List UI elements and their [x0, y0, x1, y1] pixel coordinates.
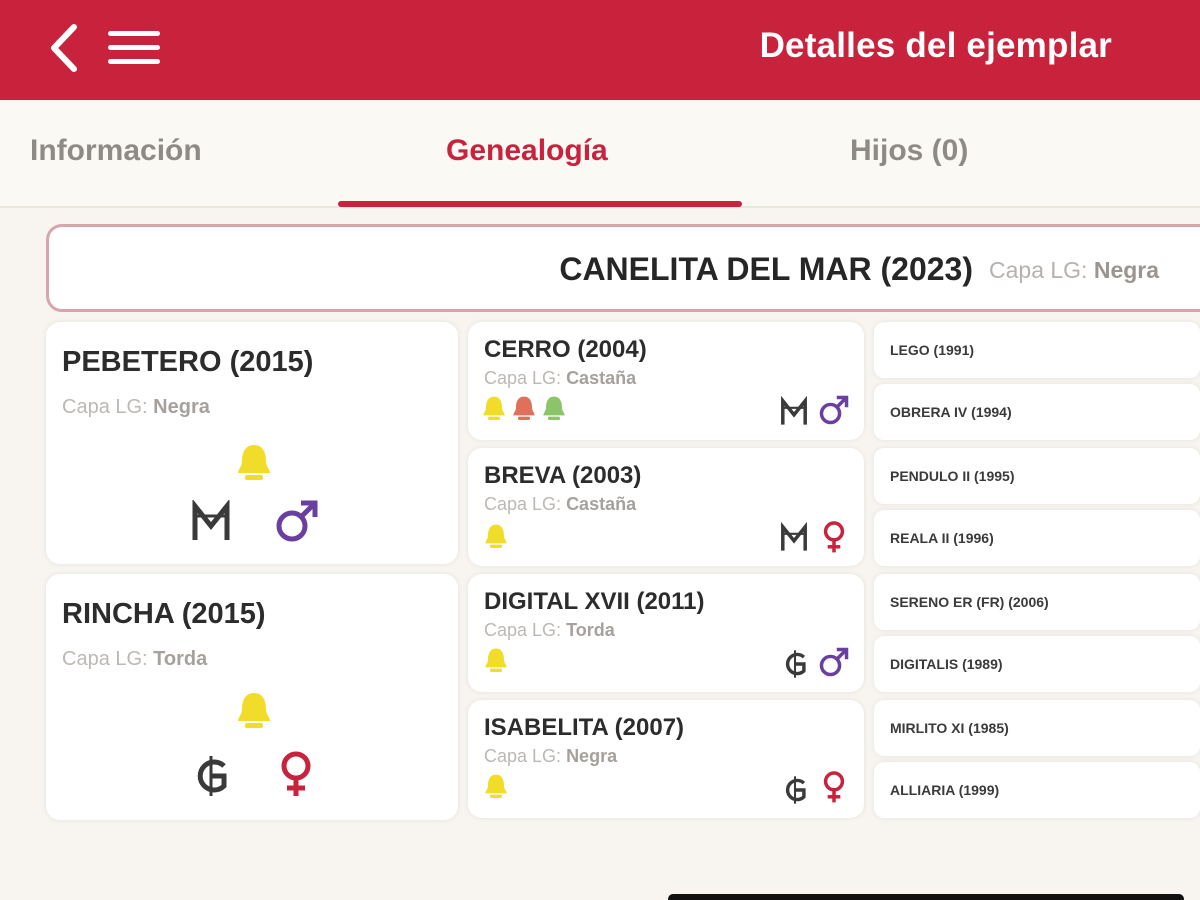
m-brand-icon: [781, 522, 807, 551]
grandparent-capa: Capa LG: Castaña: [484, 494, 637, 514]
great-grandparent-name: LEGO (1991): [890, 342, 975, 358]
hamburger-menu-icon: [108, 31, 160, 36]
subject-card[interactable]: CANELITA DEL MAR (2023) Capa LG: Negra: [46, 224, 1200, 312]
great-grandparent-name: OBRERA IV (1994): [890, 404, 1012, 420]
tab-hijos[interactable]: Hijos (0): [850, 134, 968, 168]
great-grandparent-name: PENDULO II (1995): [890, 468, 1015, 484]
grandparent-card[interactable]: BREVA (2003) Capa LG: Castaña: [468, 448, 864, 566]
tab-bar: Información Genealogía Hijos (0): [0, 100, 1200, 208]
male-icon: [819, 647, 849, 677]
grandparent-capa: Capa LG: Negra: [484, 746, 618, 766]
grandparent-card[interactable]: DIGITAL XVII (2011) Capa LG: Torda: [468, 574, 864, 692]
grandparent-card[interactable]: CERRO (2004) Capa LG: Castaña: [468, 322, 864, 440]
great-grandparent-card[interactable]: SERENO ER (FR) (2006): [874, 574, 1200, 630]
male-icon: [276, 500, 318, 542]
great-grandparent-card[interactable]: ALLIARIA (1999): [874, 762, 1200, 818]
sire-capa: Capa LG: Negra: [62, 396, 210, 418]
dam-card[interactable]: RINCHA (2015) Capa LG: Torda: [46, 574, 458, 820]
grandparent-capa: Capa LG: Torda: [484, 620, 615, 640]
subject-capa: Capa LG: Negra: [989, 257, 1160, 283]
grandparent-name: CERRO (2004): [484, 336, 647, 363]
female-icon: [823, 521, 845, 553]
sire-card[interactable]: PEBETERO (2015) Capa LG: Negra: [46, 322, 458, 564]
home-indicator: [668, 894, 1184, 900]
subject-name: CANELITA DEL MAR (2023): [559, 251, 973, 287]
menu-button[interactable]: [106, 28, 162, 68]
great-grandparent-name: ALLIARIA (1999): [890, 782, 1000, 798]
g-brand-icon: [785, 650, 806, 678]
grandparent-name: ISABELITA (2007): [484, 714, 685, 741]
yellow-award-icon: [238, 693, 270, 728]
yellow-award-icon: [485, 774, 507, 798]
great-grandparent-card[interactable]: REALA II (1996): [874, 510, 1200, 566]
great-grandparent-card[interactable]: OBRERA IV (1994): [874, 384, 1200, 440]
great-grandparent-name: DIGITALIS (1989): [890, 656, 1003, 672]
active-tab-indicator: [338, 201, 742, 207]
sire-name: PEBETERO (2015): [62, 346, 314, 378]
great-grandparent-name: REALA II (1996): [890, 530, 994, 546]
dam-capa: Capa LG: Torda: [62, 648, 208, 670]
m-brand-icon: [192, 500, 230, 540]
great-grandparent-name: SERENO ER (FR) (2006): [890, 594, 1049, 610]
grandparent-name: DIGITAL XVII (2011): [484, 588, 705, 615]
green-award-icon: [543, 396, 565, 420]
m-brand-icon: [781, 396, 807, 425]
great-grandparent-card[interactable]: LEGO (1991): [874, 322, 1200, 378]
yellow-award-icon: [483, 396, 505, 420]
female-icon: [823, 771, 845, 803]
g-brand-icon: [785, 776, 806, 804]
great-grandparent-name: MIRLITO XI (1985): [890, 720, 1009, 736]
chevron-left-icon: [51, 24, 77, 72]
female-icon: [281, 751, 311, 796]
dam-name: RINCHA (2015): [62, 598, 266, 630]
great-grandparent-card[interactable]: DIGITALIS (1989): [874, 636, 1200, 692]
yellow-award-icon: [485, 524, 507, 548]
g-brand-icon: [197, 756, 227, 796]
yellow-award-icon: [238, 445, 270, 480]
top-app-bar: Detalles del ejemplar: [0, 0, 1200, 100]
male-icon: [819, 395, 849, 425]
screen-title: Detalles del ejemplar: [759, 26, 1112, 65]
back-button[interactable]: [44, 22, 84, 74]
grandparent-capa: Capa LG: Castaña: [484, 368, 637, 388]
red-award-icon: [513, 396, 535, 420]
tab-genealogia[interactable]: Genealogía: [446, 134, 608, 168]
tab-informacion[interactable]: Información: [30, 134, 202, 168]
grandparent-name: BREVA (2003): [484, 462, 642, 489]
grandparent-card[interactable]: ISABELITA (2007) Capa LG: Negra: [468, 700, 864, 818]
great-grandparent-card[interactable]: PENDULO II (1995): [874, 448, 1200, 504]
great-grandparent-card[interactable]: MIRLITO XI (1985): [874, 700, 1200, 756]
yellow-award-icon: [485, 648, 507, 672]
